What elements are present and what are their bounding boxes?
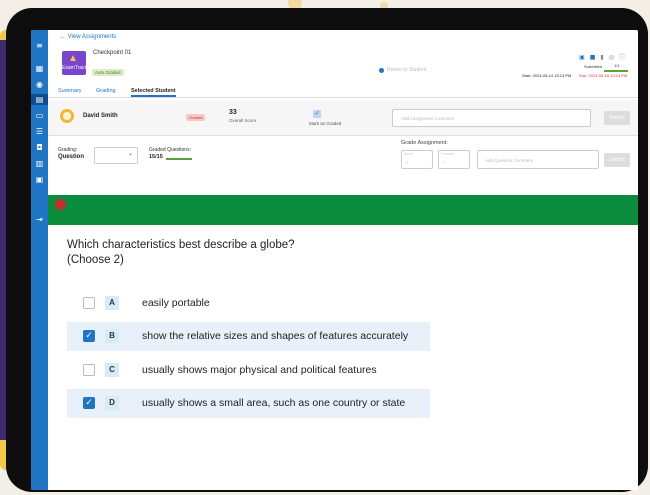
graded-questions-value: 15/15 [149, 154, 163, 160]
answer-checkbox-b[interactable]: ✓ [83, 330, 95, 342]
score-input-label: Score [404, 152, 414, 156]
return-to-student-link[interactable]: Return to Student [387, 67, 426, 73]
folder-icon[interactable]: ◘ [34, 142, 45, 153]
tab-bar: Summary Grading Selected Student [48, 86, 638, 98]
tab-selected-student[interactable]: Selected Student [131, 88, 176, 97]
answer-checkbox-d[interactable]: ✓ [83, 397, 95, 409]
answer-letter-c: C [105, 363, 119, 377]
start-date: Start: 2024-05-14 15:13 PM [522, 73, 572, 78]
answer-text-a: easily portable [142, 297, 210, 309]
submit-grade-button[interactable]: Submit [604, 153, 630, 167]
answer-option-d[interactable]: ✓ D usually shows a small area, such as … [67, 389, 430, 418]
answer-option-b[interactable]: ✓ B show the relative sizes and shapes o… [67, 322, 430, 351]
answer-text-d: usually shows a small area, such as one … [142, 397, 406, 409]
info-icon[interactable]: ⓘ [619, 54, 630, 61]
answer-option-c[interactable]: C usually shows major physical and polit… [67, 356, 430, 385]
radio-indicator[interactable] [379, 68, 384, 73]
possible-input-value: 1 [443, 160, 446, 165]
tab-grading[interactable]: Grading [96, 88, 116, 94]
document-icon[interactable]: ▭ [34, 110, 45, 121]
submitted-value: 1/1 [614, 63, 620, 68]
answer-checkbox-a[interactable] [83, 297, 95, 309]
assignment-comment-placeholder: Add Assignment Comment [401, 116, 455, 121]
question-header-bar [48, 195, 638, 225]
answer-text-b: show the relative sizes and shapes of fe… [142, 330, 409, 342]
tab-summary[interactable]: Summary [58, 88, 82, 94]
report-icon[interactable]: ▣ [34, 174, 45, 185]
answer-text-c: usually shows major physical and politic… [142, 364, 377, 376]
dashboard-icon[interactable]: ▦ [34, 63, 45, 74]
people-icon[interactable]: ☰ [34, 126, 45, 137]
print-icon[interactable]: ▣ [579, 54, 590, 61]
avatar [60, 109, 74, 123]
submitted-label: Submitted [584, 64, 603, 69]
overall-score-label: Overall Score [229, 118, 257, 123]
menu-icon[interactable]: ≡ [34, 40, 45, 51]
exam-logo: ExamTrack [62, 51, 86, 75]
grading-mode-value: Question [58, 154, 85, 160]
back-to-assignments-link[interactable]: ← View Assignments [60, 34, 116, 40]
answer-letter-d: D [105, 396, 119, 410]
possible-input[interactable]: Possible 1 [438, 150, 470, 169]
assignment-comment-input[interactable]: Add Assignment Comment [392, 109, 591, 127]
visibility-icon[interactable]: ◎ [609, 54, 619, 61]
question-panel: Which characteristics best describe a gl… [48, 195, 638, 490]
answer-checkbox-c[interactable] [83, 364, 95, 376]
grading-select[interactable]: ⌄ [94, 147, 138, 164]
grading-row: Grading: Question ⌄ Graded Questions: 15… [48, 136, 638, 195]
answer-letter-b: B [105, 329, 119, 343]
question-instruction: (Choose 2) [67, 254, 124, 266]
chart-icon[interactable]: ▥ [34, 158, 45, 169]
view-icon[interactable]: ■ [590, 54, 601, 61]
question-comment-input[interactable]: Add Question Comment [477, 150, 599, 169]
grade-assignment-label: Grade Assignment: [401, 140, 448, 146]
flag-marker[interactable] [55, 199, 66, 210]
possible-input-label: Possible [441, 152, 455, 156]
score-input-value: 0 [406, 160, 409, 165]
chevron-down-icon: ⌄ [127, 150, 133, 157]
student-name: David Smith [83, 113, 118, 119]
score-input[interactable]: Score 0 [401, 150, 433, 169]
submit-comment-button[interactable]: Submit [604, 111, 630, 125]
submitted-progress-bar [604, 70, 628, 72]
grading-app: ← View Assignments ExamTrack Checkpoint … [48, 30, 638, 195]
left-nav-rail: ≡ ▦ ◉ ▤ ▭ ☰ ◘ ▥ ▣ ⇥ [31, 30, 48, 490]
question-comment-placeholder: Add Question Comment [485, 158, 534, 163]
logout-icon[interactable]: ⇥ [34, 214, 45, 225]
tablet-frame: ≡ ▦ ◉ ▤ ▭ ☰ ◘ ▥ ▣ ⇥ ← View Assignments E… [6, 8, 648, 492]
graded-questions-progress [166, 158, 192, 160]
tablet-screen: ≡ ▦ ◉ ▤ ▭ ☰ ◘ ▥ ▣ ⇥ ← View Assignments E… [31, 30, 638, 490]
assignments-icon[interactable]: ▤ [31, 94, 48, 105]
status-badge: Graded [186, 114, 206, 121]
mark-as-graded-label: Mark as Graded [309, 121, 342, 126]
eye-icon[interactable]: ◉ [34, 79, 45, 90]
due-date: Due: 2024-05-18 13:13 PM [579, 73, 628, 78]
answer-letter-a: A [105, 296, 119, 310]
question-text: Which characteristics best describe a gl… [67, 239, 295, 251]
mark-as-graded-checkbox[interactable]: ✓ [313, 110, 321, 118]
answer-option-a[interactable]: A easily portable [67, 289, 430, 318]
assignment-title: Checkpoint 01 [93, 50, 132, 56]
auto-graded-badge: Auto Graded [92, 69, 124, 76]
graded-questions-label: Graded Questions: [149, 147, 191, 153]
clip-icon[interactable]: ▮ [600, 54, 608, 61]
overall-score-value: 33 [229, 109, 237, 116]
grading-label: Grading: [58, 147, 78, 153]
header-toolbar: ▣■▮◎ⓘ [579, 52, 630, 61]
student-row: David Smith Graded 33 Overall Score ✓ Ma… [48, 100, 638, 136]
question-prompt: Which characteristics best describe a gl… [67, 238, 295, 268]
